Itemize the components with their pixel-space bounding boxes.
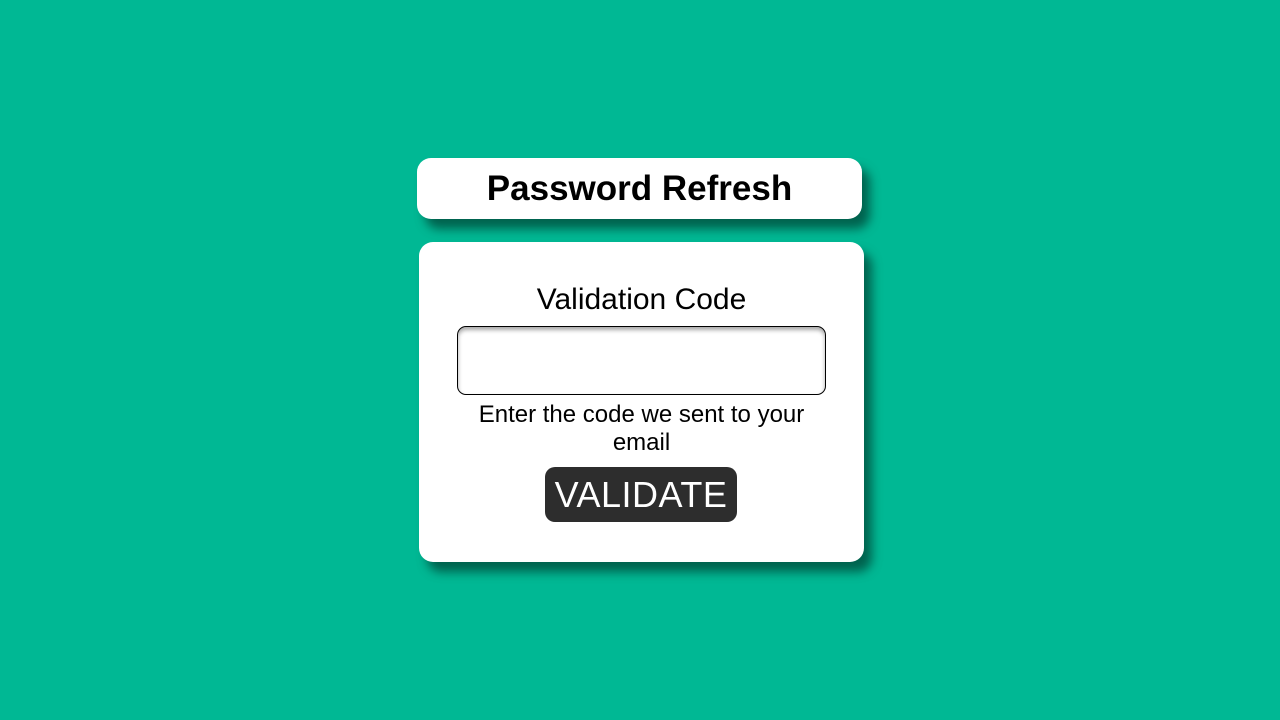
validate-button[interactable]: VALIDATE — [545, 467, 737, 522]
title-card: Password Refresh — [417, 158, 862, 219]
validation-form: Validation Code Enter the code we sent t… — [419, 242, 864, 562]
validation-code-input[interactable] — [457, 326, 826, 395]
page-title: Password Refresh — [486, 169, 793, 208]
code-hint-text: Enter the code we sent to your email — [478, 401, 805, 456]
validation-code-label: Validation Code — [536, 283, 747, 316]
